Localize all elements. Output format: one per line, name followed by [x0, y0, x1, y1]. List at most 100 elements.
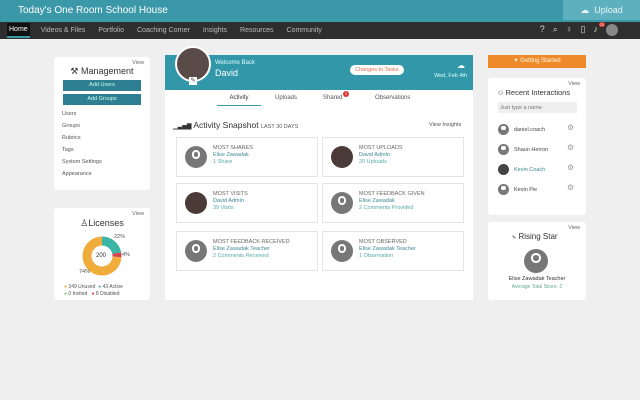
gear-icon[interactable]: ⚙ — [567, 123, 574, 132]
edit-icon[interactable]: ✎ — [189, 77, 197, 85]
changes-to-tasks-button[interactable]: Changes to Tasks — [350, 65, 404, 75]
snapshot-card-value: 39 Visits — [213, 205, 234, 211]
rising-star-card: View ✎ Rising Star Elise Zawadak Teacher… — [488, 222, 586, 300]
management-title: ⚒ Management — [70, 66, 134, 76]
nav-portfolio[interactable]: Portfolio — [96, 24, 126, 37]
bar-chart-icon: ▁▃▅▇ — [173, 124, 192, 130]
management-card: View ⚒ Management Add Users Add Groups U… — [54, 57, 150, 190]
pct-unused: 74% — [79, 269, 91, 275]
help-icon[interactable]: ? — [540, 24, 545, 36]
pct-disabled: 4% — [122, 252, 130, 258]
gear-icon[interactable]: ⚙ — [567, 143, 574, 152]
nav-home[interactable]: Home — [7, 23, 30, 38]
gear-icon[interactable]: ⚙ — [567, 183, 574, 192]
calendar-icon[interactable]: ▯ — [581, 24, 586, 36]
recent-person[interactable]: Kevin Pie — [498, 184, 537, 195]
view-insights-link[interactable]: View Insights — [429, 122, 461, 128]
upload-button[interactable]: ☁ Upload — [563, 0, 640, 20]
snapshot-card-name: Elise Zawadak Teacher — [213, 246, 270, 252]
bell-icon[interactable]: ♪ 22 — [594, 22, 605, 36]
legend-active: 43 Active — [102, 284, 123, 290]
tab-activity[interactable]: Activity — [217, 95, 261, 106]
link-rubrics[interactable]: Rubrics — [62, 135, 150, 141]
snapshot-card[interactable]: MOST VISITS David Admin 39 Visits — [176, 183, 318, 223]
person-name: Kevin Pie — [514, 186, 538, 193]
recent-person[interactable]: daniel.coach — [498, 124, 545, 135]
snapshot-range: LAST 30 DAYS — [260, 124, 299, 130]
nav-videos-files[interactable]: Videos & Files — [39, 24, 88, 37]
snapshot-card-value: 2 Comments Received — [213, 253, 269, 259]
snapshot-card-value: 2 Comments Provided — [359, 205, 414, 211]
link-appearance[interactable]: Appearance — [62, 171, 150, 177]
snapshot-card-name: David Admin — [213, 198, 244, 204]
snapshot-avatar — [331, 240, 353, 262]
search-icon[interactable]: ⌕ — [553, 24, 558, 36]
snapshot-card-title: MOST UPLOADS — [359, 145, 403, 151]
legend-unused: 349 Unused — [68, 284, 96, 290]
snapshot-card[interactable]: MOST OBSERVED Elise Zawadak Teacher 1 Ob… — [322, 231, 464, 271]
licenses-total: 200 — [96, 253, 107, 259]
donut-slice-active — [101, 236, 122, 255]
licenses-legend: ● 349 Unused ● 43 Active ● 0 Invited ● 8… — [64, 284, 123, 297]
rising-star-name: Elise Zawadak Teacher — [508, 276, 566, 282]
snapshot-card-title: MOST FEEDBACK RECEIVED — [213, 239, 290, 245]
snapshot-card[interactable]: MOST UPLOADS David Admin 20 Uploads — [322, 137, 464, 177]
people-icon: ⚇ — [498, 91, 504, 97]
snapshot-card[interactable]: MOST SHARES Elise Zawadak 1 Share — [176, 137, 318, 177]
recent-view-link[interactable]: View — [568, 81, 580, 87]
link-users[interactable]: Users — [62, 111, 150, 117]
rising-star-score: Average Total Score: 2 — [511, 284, 563, 290]
rising-title: ✎ Rising Star — [512, 232, 558, 241]
recent-person[interactable]: Shaun Herron — [498, 144, 548, 155]
snapshot-card-title: MOST OBSERVED — [359, 239, 407, 245]
app-header: Today's One Room School House ☁ Upload — [0, 0, 640, 22]
licenses-view-link[interactable]: View — [132, 211, 144, 217]
user-avatar[interactable] — [606, 24, 618, 36]
add-groups-button[interactable]: Add Groups — [63, 94, 141, 105]
snapshot-card-title: MOST VISITS — [213, 191, 248, 197]
recent-person[interactable]: Kevin Coach — [498, 164, 545, 175]
weather-icon: ☁ — [457, 61, 465, 70]
tab-observations[interactable]: Observations — [375, 95, 410, 101]
legend-invited: 0 Invited — [68, 291, 88, 297]
tab-shared[interactable]: Shared 2 — [323, 91, 349, 101]
welcome-greeting: Welcome Back — [215, 60, 255, 66]
snapshot-avatar — [185, 192, 207, 214]
gear-icon[interactable]: ⚙ — [567, 163, 574, 172]
shared-badge: 2 — [343, 91, 349, 97]
rising-star-avatar[interactable] — [524, 249, 548, 273]
notification-badge: 22 — [598, 22, 605, 27]
snapshot-card-name: Elise Zawadak — [213, 152, 249, 158]
snapshot-card[interactable]: MOST FEEDBACK RECEIVED Elise Zawadak Tea… — [176, 231, 318, 271]
recent-title: ⚇ Recent Interactions — [498, 88, 571, 97]
legend-disabled: 8 Disabled — [95, 291, 120, 297]
snapshot-card-value: 1 Share — [213, 159, 233, 165]
rising-view-link[interactable]: View — [568, 225, 580, 231]
snapshot-card-value: 1 Observation — [359, 253, 394, 259]
link-tags[interactable]: Tags — [62, 147, 150, 153]
person-name: Kevin Coach — [514, 166, 546, 173]
licenses-title: ♙Licenses — [80, 218, 124, 228]
management-view-link[interactable]: View — [132, 60, 144, 66]
welcome-name: David — [215, 68, 239, 78]
nav-insights[interactable]: Insights — [201, 24, 229, 37]
link-groups[interactable]: Groups — [62, 123, 150, 129]
tab-uploads[interactable]: Uploads — [275, 95, 297, 101]
person-avatar — [498, 124, 509, 135]
link-system-settings[interactable]: System Settings — [62, 159, 150, 165]
nav-resources[interactable]: Resources — [238, 24, 275, 37]
getting-started-button[interactable]: ✦ Getting Started — [488, 55, 586, 68]
recent-search-input[interactable] — [498, 102, 577, 113]
app-title: Today's One Room School House — [18, 5, 168, 16]
snapshot-card[interactable]: MOST FEEDBACK GIVEN Elise Zawadak 2 Comm… — [322, 183, 464, 223]
snapshot-card-name: Elise Zawadak — [359, 198, 395, 204]
person-name: daniel.coach — [514, 126, 545, 133]
main-nav: Home Videos & Files Portfolio Coaching C… — [0, 22, 640, 39]
rocket-icon: ✦ — [513, 58, 519, 64]
add-users-button[interactable]: Add Users — [63, 80, 141, 91]
nav-coaching-corner[interactable]: Coaching Corner — [135, 24, 192, 37]
date-label: Wed, Feb 4th — [434, 73, 467, 79]
lightbulb-icon[interactable]: ♀ — [566, 24, 573, 36]
snapshot-card-name: Elise Zawadak Teacher — [359, 246, 416, 252]
nav-community[interactable]: Community — [285, 24, 324, 37]
